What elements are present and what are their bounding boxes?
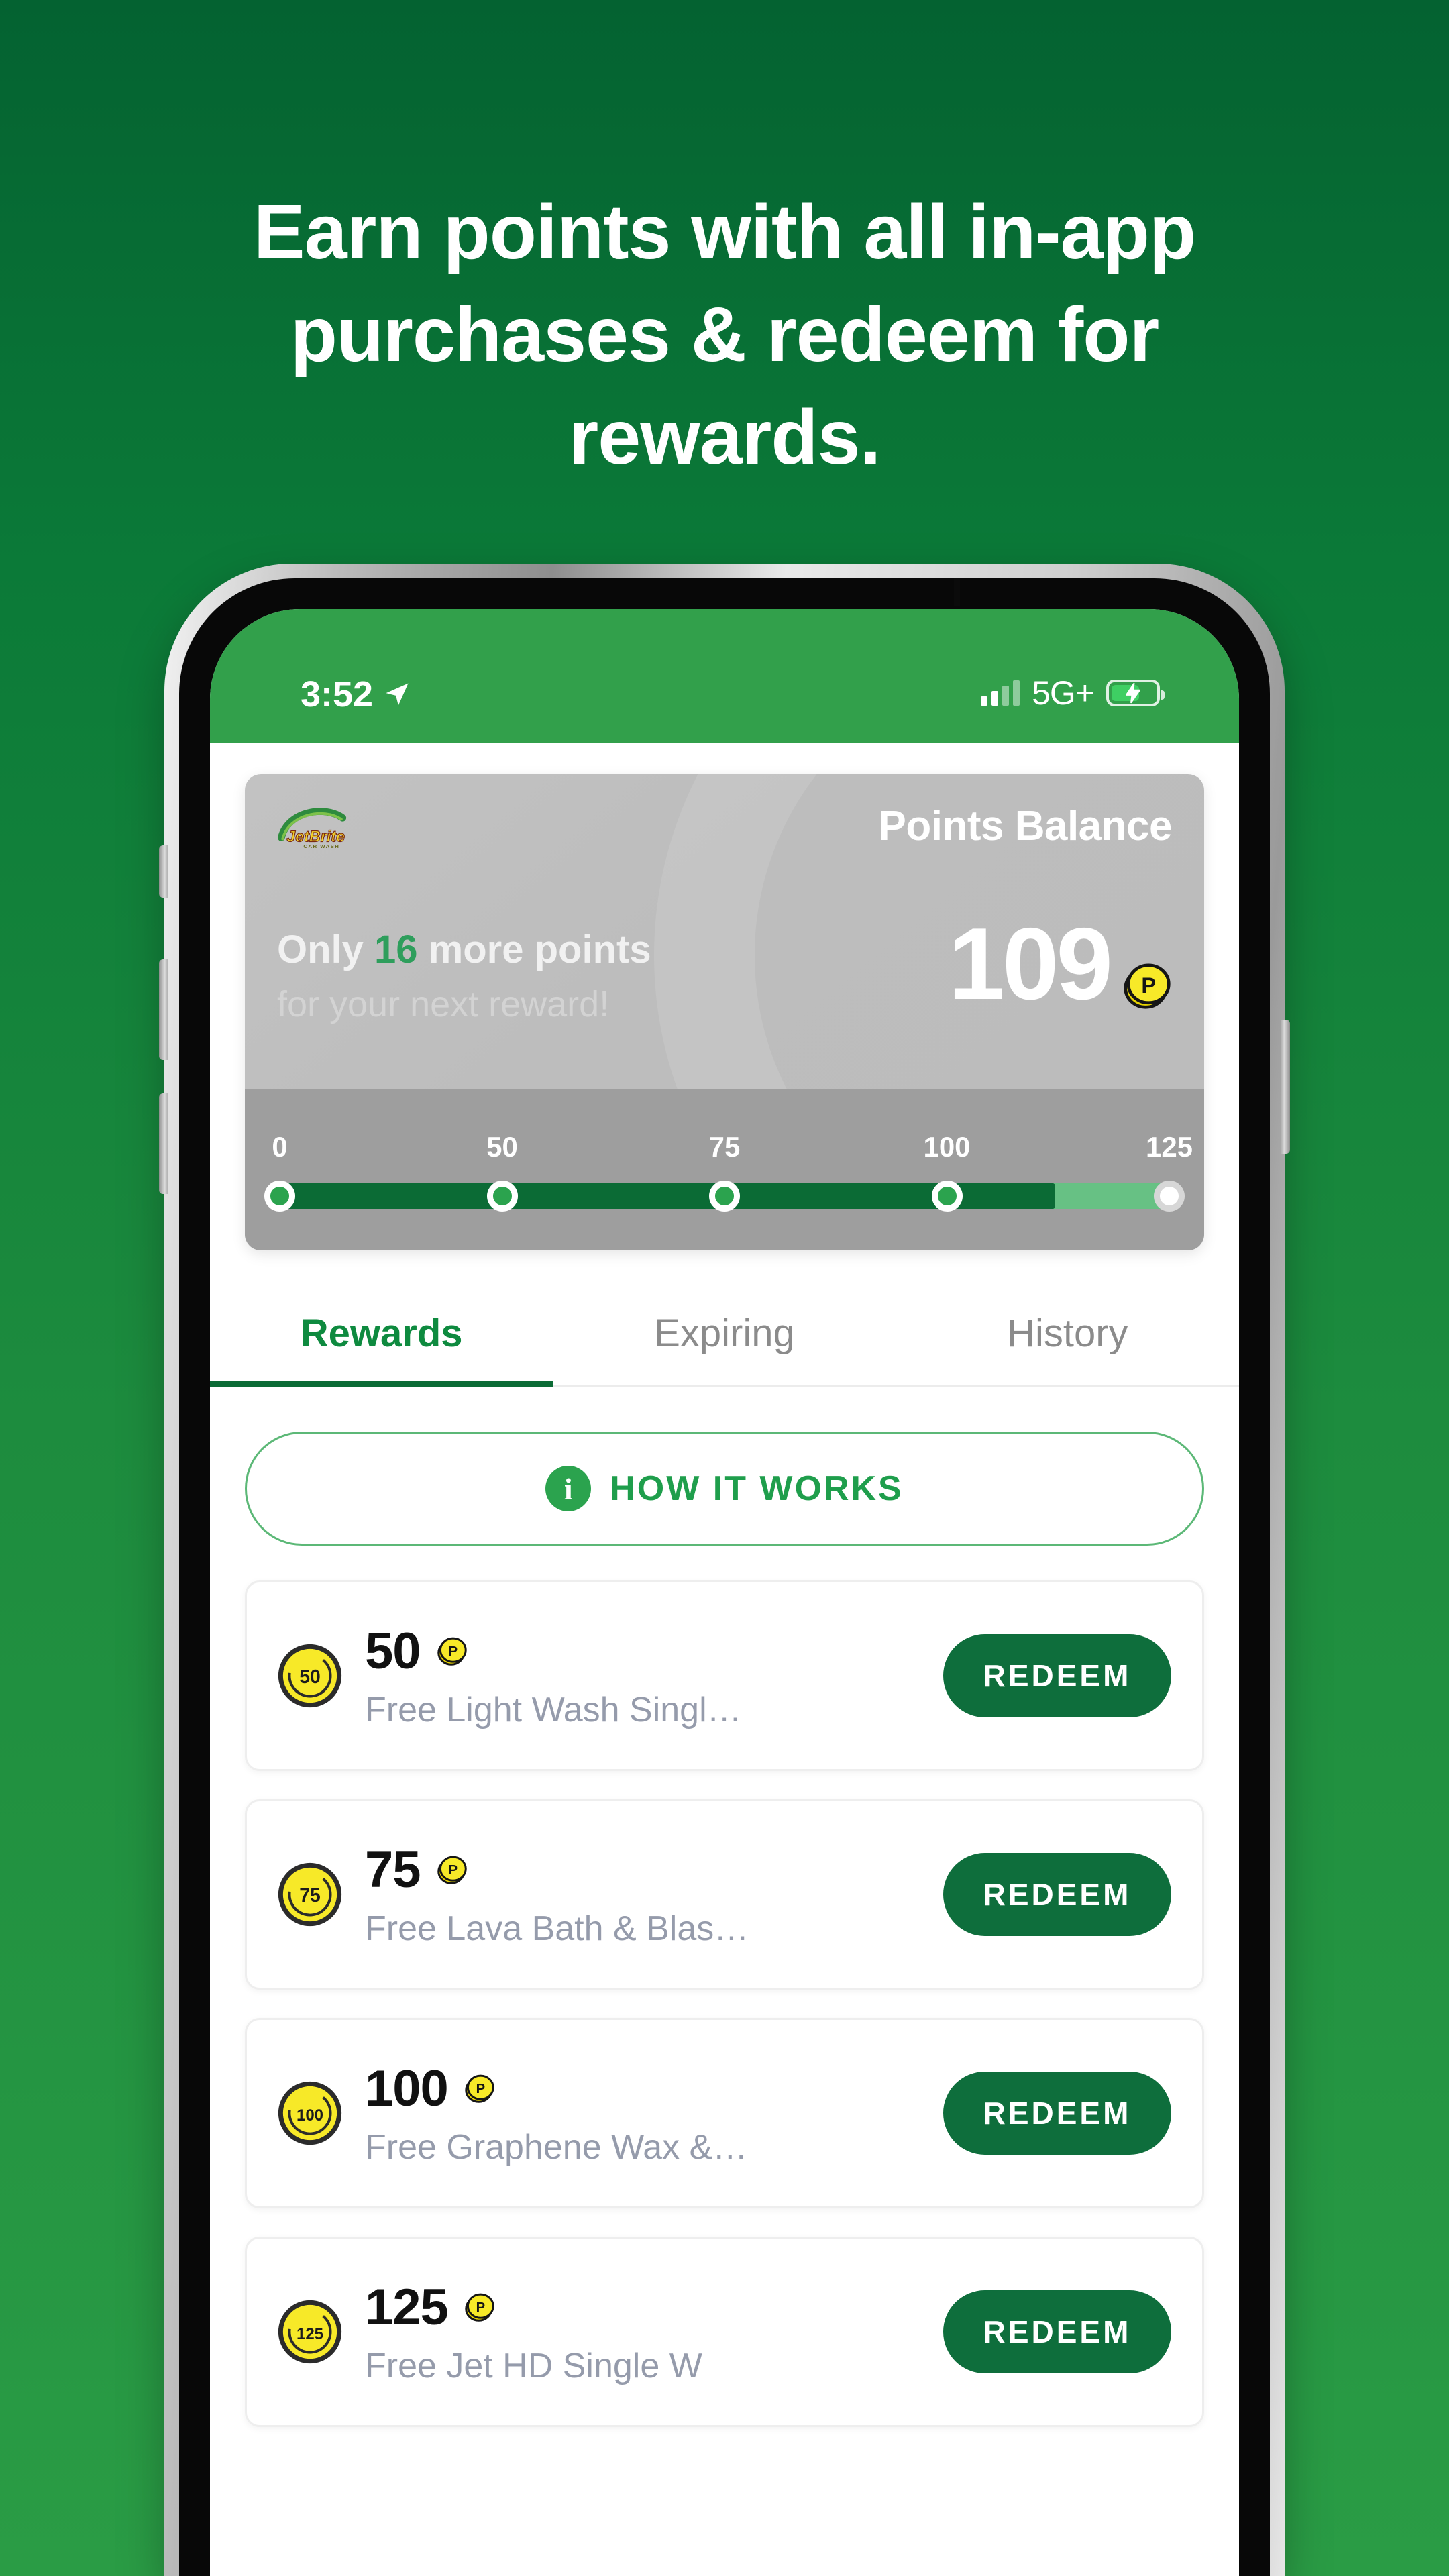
milestone-node-125[interactable] [1154,1181,1185,1212]
signal-bars-icon [981,680,1020,706]
svg-text:P: P [448,1644,458,1659]
reward-row[interactable]: 125 125 P Free Jet HD Single W REDEEM [245,2237,1204,2427]
redeem-button[interactable]: REDEEM [943,2072,1171,2155]
only-prefix: Only [277,928,375,971]
promo-headline: Earn points with all in-app purchases & … [253,189,1196,480]
points-coin-icon: P [1124,963,1171,1009]
progress-track[interactable] [264,1181,1185,1212]
badge-points: 75 [299,1885,321,1907]
antenna-line [954,578,960,606]
progress-section: 0 50 75 100 125 [245,1089,1204,1250]
redeem-button[interactable]: REDEEM [943,1853,1171,1936]
milestone-node-75[interactable] [709,1181,740,1212]
how-it-works-label: HOW IT WORKS [610,1469,904,1508]
svg-text:P: P [1141,973,1156,998]
tick-label-50: 50 [486,1131,518,1163]
reward-description: Free Jet HD Single W [365,2346,702,2385]
redeem-button[interactable]: REDEEM [943,2290,1171,2373]
status-bar: 3:52 5G+ [210,609,1239,743]
reward-points-row: 125 P [365,2278,943,2337]
location-arrow-icon [386,683,409,706]
card-top-section: JetBrite CAR WASH Points Balance Only 16… [245,774,1204,1089]
points-badge-icon: 75 [278,1862,342,1927]
only-suffix: more points [417,928,651,971]
reward-row[interactable]: 100 100 P Free Graphene Wax &… REDEEM [245,2018,1204,2208]
app-content: JetBrite CAR WASH Points Balance Only 16… [210,774,1239,2576]
milestone-node-50[interactable] [486,1181,518,1212]
phone-screen: 3:52 5G+ JetBrite CAR WASH Points Balanc… [210,609,1239,2576]
tab-expiring[interactable]: Expiring [553,1281,896,1385]
reward-row[interactable]: 50 50 P Free Light Wash Singl… REDEEM [245,1580,1204,1771]
reward-points: 75 [365,1841,421,1898]
tick-label-0: 0 [272,1131,288,1163]
how-it-works-button[interactable]: i HOW IT WORKS [245,1432,1204,1546]
rewards-list: 50 50 P Free Light Wash Singl… REDEEM 75… [245,1580,1204,2427]
battery-charging-icon [1106,680,1165,706]
tab-history[interactable]: History [896,1281,1239,1385]
reward-info: 50 P Free Light Wash Singl… [365,1622,943,1730]
reward-points-row: 100 P [365,2059,943,2118]
points-badge-icon: 100 [278,2081,342,2145]
tick-label-100: 100 [923,1131,971,1163]
reward-description: Free Graphene Wax &… [365,2127,748,2167]
status-time: 3:52 [301,674,374,714]
points-coin-icon: P [437,1637,467,1666]
reward-info: 75 P Free Lava Bath & Blas… [365,1841,943,1949]
status-bar-right: 5G+ [981,674,1165,712]
milestone-node-0[interactable] [264,1181,295,1212]
points-balance-label: Points Balance [878,803,1173,849]
status-bar-left: 3:52 [301,674,412,715]
power-button[interactable] [1281,1020,1290,1154]
svg-text:P: P [448,1863,458,1878]
next-reward-line: for your next reward! [277,984,610,1024]
redeem-button[interactable]: REDEEM [943,1634,1171,1717]
svg-text:P: P [476,2082,485,2096]
tick-label-125: 125 [1145,1131,1193,1163]
reward-info: 125 P Free Jet HD Single W [365,2278,943,2386]
rewards-tabs: Rewards Expiring History [210,1281,1239,1387]
phone-mockup: 3:52 5G+ JetBrite CAR WASH Points Balanc… [159,564,1290,2576]
badge-points: 50 [299,1666,321,1688]
svg-text:P: P [476,2300,485,2315]
reward-points-row: 50 P [365,1622,943,1680]
reward-points: 125 [365,2278,449,2336]
progress-tick-labels: 0 50 75 100 125 [272,1089,1193,1170]
points-needed-line: Only 16 more points [277,927,651,972]
svg-text:JetBrite: JetBrite [286,827,345,845]
points-badge-icon: 50 [278,1644,342,1708]
volume-down-button[interactable] [159,1093,168,1194]
points-coin-icon: P [437,1856,467,1884]
tick-label-75: 75 [708,1131,741,1163]
reward-points-row: 75 P [365,1841,943,1899]
reward-info: 100 P Free Graphene Wax &… [365,2059,943,2167]
reward-row[interactable]: 75 75 P Free Lava Bath & Blas… REDEEM [245,1799,1204,1990]
badge-points: 100 [297,2106,323,2125]
volume-up-button[interactable] [159,959,168,1060]
info-circle-icon: i [545,1466,592,1511]
mute-switch-button[interactable] [159,845,168,898]
points-balance-value: 109 [948,907,1113,1021]
points-coin-icon: P [465,2074,494,2103]
badge-points: 125 [297,2325,323,2343]
network-label: 5G+ [1032,674,1095,712]
points-coin-icon: P [465,2293,494,2322]
points-badge-icon: 125 [278,2300,342,2364]
reward-description: Free Light Wash Singl… [365,1690,742,1729]
jetbrite-car-wash-logo: JetBrite CAR WASH [277,808,347,849]
svg-text:CAR WASH: CAR WASH [303,843,339,849]
reward-points: 100 [365,2059,449,2117]
points-balance-card: JetBrite CAR WASH Points Balance Only 16… [245,774,1204,1250]
reward-points: 50 [365,1622,421,1680]
milestone-node-100[interactable] [931,1181,963,1212]
tab-rewards[interactable]: Rewards [210,1281,553,1387]
reward-description: Free Lava Bath & Blas… [365,1909,749,1948]
points-needed-value: 16 [374,928,418,971]
